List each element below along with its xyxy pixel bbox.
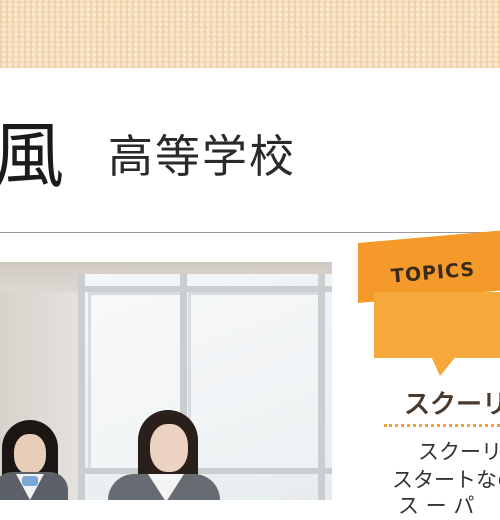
topic-text-line: スクーリン [418, 440, 500, 464]
window-frame-vertical [78, 274, 85, 500]
topic-heading-link[interactable]: スクーリ [404, 384, 500, 421]
window-frame-vertical [318, 274, 325, 500]
student-left-face [14, 434, 46, 474]
topic-heading-underline [384, 424, 500, 427]
topics-speech-bubble [374, 292, 500, 358]
window-sash-right [188, 292, 322, 474]
topic-text-line: ス ー パ [398, 494, 475, 518]
student-center-face [150, 424, 188, 472]
decorative-header-band [0, 0, 500, 68]
header-divider [0, 232, 500, 233]
window-frame-horizontal [78, 468, 332, 474]
classroom-photo [0, 262, 332, 500]
window-frame-horizontal [78, 286, 332, 292]
student-left-ribbon [22, 476, 38, 486]
school-type-label: 高等学校 [108, 130, 297, 183]
speech-bubble-tail [430, 354, 458, 376]
school-name-fragment: 風 [0, 114, 65, 198]
